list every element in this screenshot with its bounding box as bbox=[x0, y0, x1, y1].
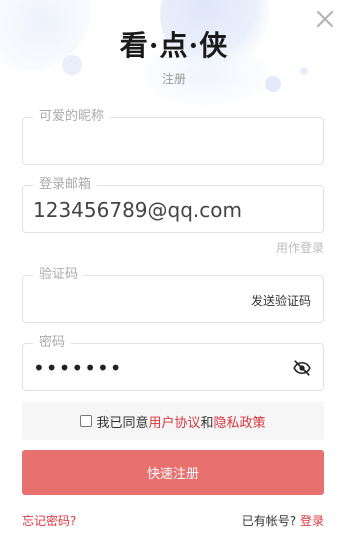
terms-link[interactable]: 用户协议 bbox=[148, 412, 200, 431]
send-code-button[interactable]: 发送验证码 bbox=[251, 292, 311, 309]
use-for-login-link[interactable]: 用作登录 bbox=[276, 239, 324, 256]
email-field[interactable]: 登录邮箱 123456789@qq.com bbox=[22, 177, 324, 233]
password-value: ••••••• bbox=[33, 356, 123, 380]
verify-code-field[interactable]: 验证码 发送验证码 bbox=[22, 267, 324, 323]
nickname-field[interactable]: 可爱的昵称 bbox=[22, 109, 324, 165]
email-label: 登录邮箱 bbox=[33, 177, 98, 193]
nickname-label: 可爱的昵称 bbox=[33, 109, 111, 125]
agree-checkbox[interactable] bbox=[80, 415, 93, 427]
app-logo: 看·点·侠 bbox=[119, 29, 229, 62]
password-field[interactable]: 密码 ••••••• bbox=[22, 335, 324, 391]
agreement-prefix: 我已同意 bbox=[96, 415, 149, 431]
has-account-text: 已有帐号? bbox=[241, 514, 297, 528]
email-value: 123456789@qq.com bbox=[33, 198, 242, 222]
login-prompt: 已有帐号? 登录 bbox=[242, 512, 324, 529]
verify-code-label: 验证码 bbox=[33, 267, 85, 283]
register-button[interactable]: 快速注册 bbox=[22, 450, 324, 495]
privacy-link[interactable]: 隐私政策 bbox=[214, 412, 266, 431]
agreement-and: 和 bbox=[200, 415, 214, 431]
page-title: 注册 bbox=[161, 72, 186, 86]
agreement-row: 我已同意 用户协议 和 隐私政策 bbox=[22, 402, 324, 440]
password-label: 密码 bbox=[33, 335, 72, 351]
eye-off-icon[interactable] bbox=[293, 359, 311, 377]
login-link[interactable]: 登录 bbox=[300, 514, 324, 528]
forgot-password-link[interactable]: 忘记密码? bbox=[22, 512, 76, 529]
